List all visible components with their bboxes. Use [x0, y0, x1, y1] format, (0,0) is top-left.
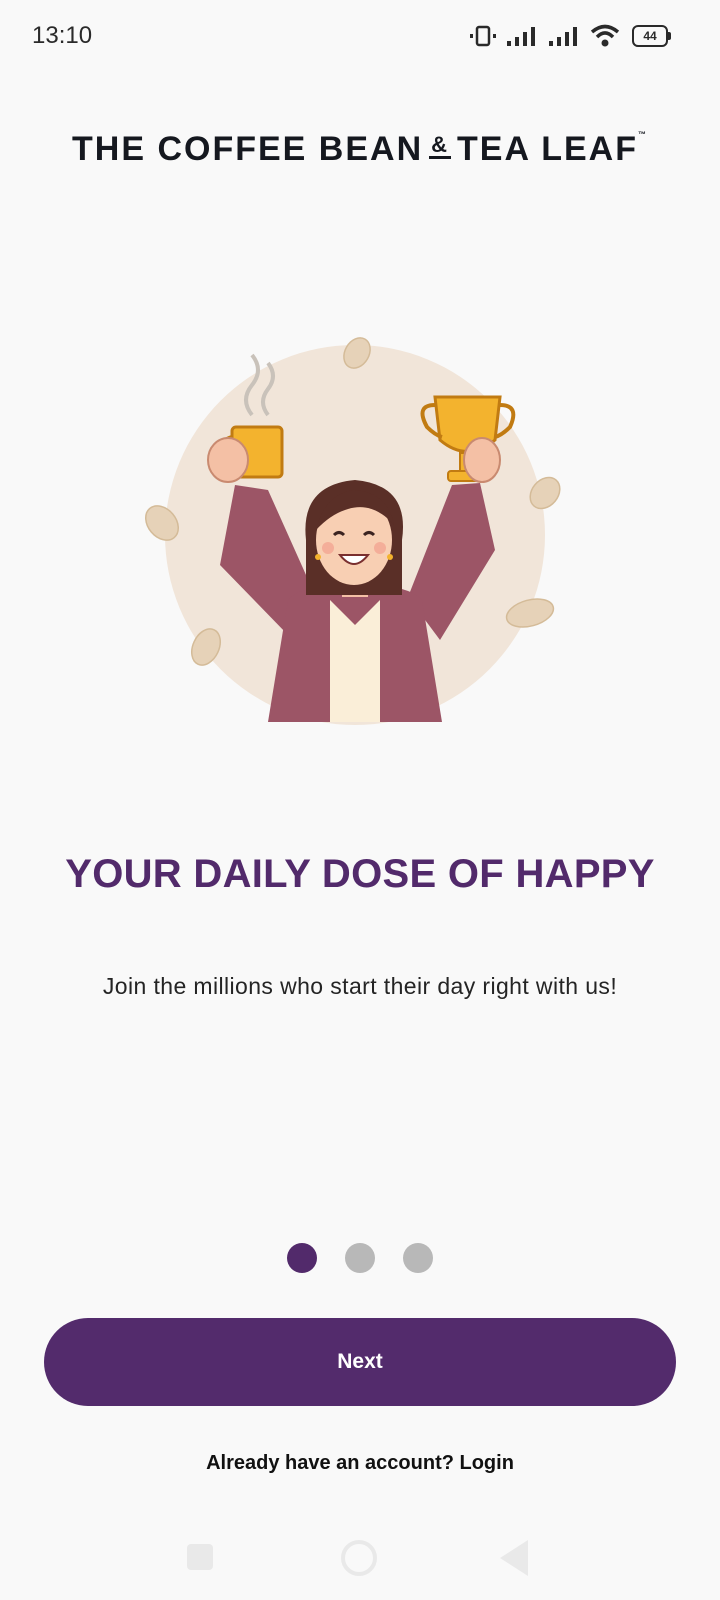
page-indicator — [0, 1243, 720, 1275]
next-button[interactable]: Next — [44, 1318, 676, 1406]
page-dot-3[interactable] — [403, 1243, 433, 1273]
login-link[interactable]: Already have an account? Login — [0, 1452, 720, 1475]
status-time: 13:10 — [32, 22, 93, 49]
back-icon[interactable] — [500, 1540, 528, 1576]
brand-part2: TEA LEAF — [457, 130, 638, 168]
wifi-icon — [590, 24, 620, 47]
woman-with-coffee-and-trophy-illustration — [144, 337, 561, 725]
brand-ampersand: & — [429, 132, 452, 159]
recents-icon[interactable] — [187, 1544, 213, 1570]
brand-trademark: ™ — [637, 130, 648, 139]
signal-icon — [507, 27, 535, 46]
brand-part1: THE COFFEE BEAN — [72, 130, 424, 168]
home-icon[interactable] — [341, 1540, 377, 1576]
page-dot-1[interactable] — [287, 1243, 317, 1273]
signal-icon — [549, 27, 577, 46]
status-bar: 13:10 44 — [0, 0, 720, 72]
onboarding-subtext: Join the millions who start their day ri… — [102, 973, 618, 999]
vibrate-icon — [470, 25, 496, 47]
battery-level: 44 — [643, 29, 657, 43]
brand-logo: THE COFFEE BEAN & TEA LEAF™ — [0, 130, 720, 169]
battery-icon: 44 — [632, 25, 671, 47]
page-dot-2[interactable] — [345, 1243, 375, 1273]
system-navigation-bar — [0, 1528, 720, 1592]
status-icons: 44 — [468, 20, 671, 52]
onboarding-headline: YOUR DAILY DOSE OF HAPPY — [65, 852, 655, 896]
